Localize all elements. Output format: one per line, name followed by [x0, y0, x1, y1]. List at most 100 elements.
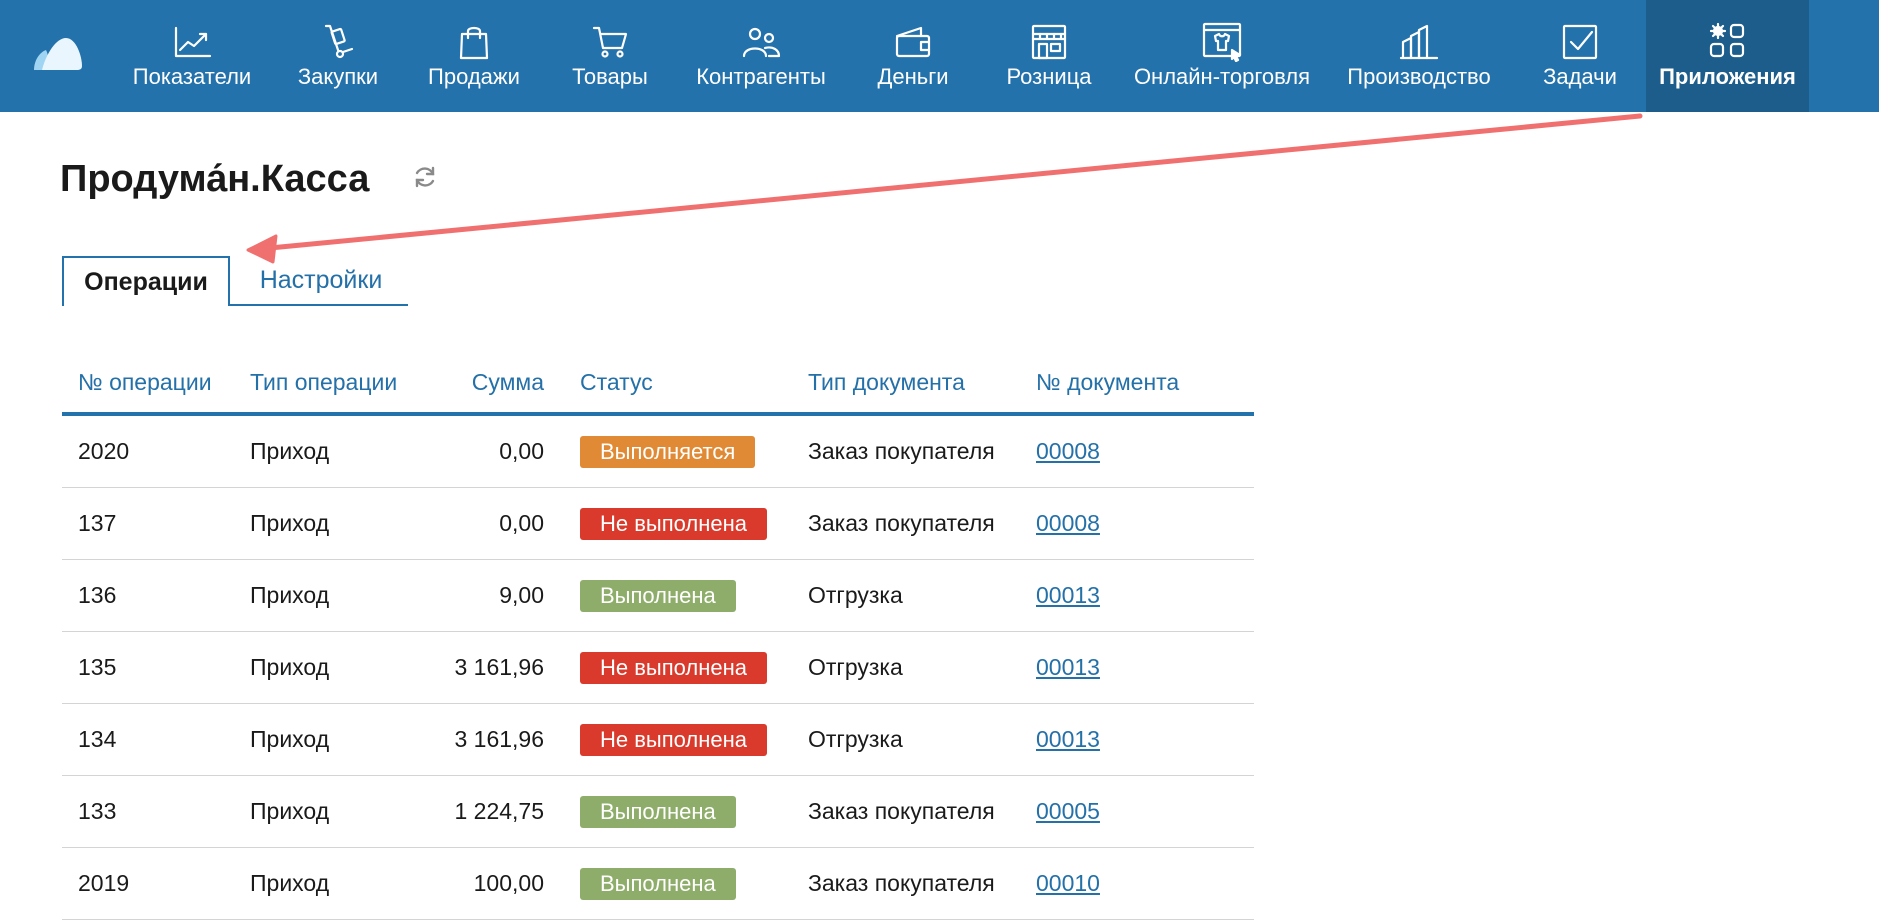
status-badge: Не выполнена	[580, 651, 768, 684]
column-header-status[interactable]: Статус	[564, 352, 792, 416]
cell-op-number: 137	[62, 487, 234, 560]
logo-icon[interactable]	[30, 32, 84, 74]
nav-label: Товары	[572, 64, 648, 89]
cell-op-number: 135	[62, 631, 234, 704]
cell-op-number: 2020	[62, 414, 234, 488]
cell-status: Выполнена	[564, 847, 792, 920]
nav-label: Розница	[1006, 64, 1092, 89]
cell-doc-type: Отгрузка	[792, 559, 1020, 632]
column-header-op-number[interactable]: № операции	[62, 352, 234, 416]
nav-label: Закупки	[297, 64, 379, 89]
table-row[interactable]: 2019 Приход 100,00 Выполнена Заказ покупател…	[62, 847, 1254, 920]
cell-doc-type: Заказ покупателя	[792, 847, 1020, 920]
cell-doc-number: 00013	[1020, 631, 1254, 704]
status-badge: Выполняется	[580, 435, 756, 468]
cell-status: Не выполнена	[564, 631, 792, 704]
cell-amount: 3 161,96	[434, 703, 564, 776]
refresh-icon[interactable]	[412, 164, 438, 190]
nav-item-purchases[interactable]: Закупки	[284, 0, 392, 112]
nav-item-indicators[interactable]: Показатели	[124, 0, 260, 112]
operations-table: № операции Тип операции Сумма Статус Тип…	[62, 352, 1254, 920]
cell-op-number: 136	[62, 559, 234, 632]
table-row[interactable]: 136 Приход 9,00 Выполнена Отгрузка 00013	[62, 559, 1254, 632]
status-badge: Не выполнена	[580, 507, 768, 540]
nav-item-tasks[interactable]: Задачи	[1530, 0, 1630, 112]
cell-doc-number: 00005	[1020, 775, 1254, 848]
wallet-icon	[891, 22, 935, 62]
cell-amount: 1 224,75	[434, 775, 564, 848]
cell-doc-number: 00010	[1020, 847, 1254, 920]
table-row[interactable]: 133 Приход 1 224,75 Выполнена Заказ покупате…	[62, 775, 1254, 848]
table-row[interactable]: 137 Приход 0,00 Не выполнена Заказ покупател…	[62, 487, 1254, 560]
document-link[interactable]: 00010	[1036, 870, 1100, 896]
top-navigation: Показатели Закупки Продажи Товары Контра…	[0, 0, 1879, 112]
document-link[interactable]: 00013	[1036, 726, 1100, 752]
apps-icon	[1706, 22, 1750, 62]
document-link[interactable]: 00008	[1036, 510, 1100, 536]
document-link[interactable]: 00013	[1036, 582, 1100, 608]
cell-amount: 0,00	[434, 414, 564, 488]
nav-item-retail[interactable]: Розница	[994, 0, 1104, 112]
column-header-doc-number[interactable]: № документа	[1020, 352, 1254, 416]
cell-amount: 9,00	[434, 559, 564, 632]
nav-item-applications[interactable]: Приложения	[1646, 0, 1809, 112]
cell-status: Не выполнена	[564, 487, 792, 560]
factory-icon	[1397, 22, 1441, 62]
cell-op-number: 134	[62, 703, 234, 776]
table-row[interactable]: 135 Приход 3 161,96 Не выполнена Отгрузка 000…	[62, 631, 1254, 704]
document-link[interactable]: 00008	[1036, 438, 1100, 464]
nav-label: Онлайн-торговля	[1133, 64, 1311, 89]
nav-item-online-trade[interactable]: Онлайн-торговля	[1124, 0, 1320, 112]
cell-doc-number: 00008	[1020, 414, 1254, 488]
cell-op-type: Приход	[234, 414, 434, 488]
table-row[interactable]: 2020 Приход 0,00 Выполняется Заказ покупател…	[62, 414, 1254, 488]
tab-operations[interactable]: Операции	[62, 256, 230, 306]
hand-truck-icon	[316, 22, 360, 62]
nav-label: Деньги	[877, 64, 949, 89]
cell-amount: 0,00	[434, 487, 564, 560]
cell-amount: 3 161,96	[434, 631, 564, 704]
online-store-icon	[1200, 22, 1244, 62]
people-icon	[739, 22, 783, 62]
shopping-cart-icon	[588, 22, 632, 62]
column-header-doc-type[interactable]: Тип документа	[792, 352, 1020, 416]
nav-item-counterparties[interactable]: Контрагенты	[686, 0, 836, 112]
document-link[interactable]: 00005	[1036, 798, 1100, 824]
table-body: 2020 Приход 0,00 Выполняется Заказ покупател…	[62, 414, 1254, 920]
nav-label: Приложения	[1659, 64, 1796, 89]
table-row[interactable]: 134 Приход 3 161,96 Не выполнена Отгрузка 000…	[62, 703, 1254, 776]
nav-label: Продажи	[428, 64, 520, 89]
nav-label: Показатели	[132, 64, 252, 89]
cell-amount: 100,00	[434, 847, 564, 920]
cell-status: Выполняется	[564, 414, 792, 488]
cell-op-type: Приход	[234, 487, 434, 560]
column-header-amount[interactable]: Сумма	[434, 352, 564, 416]
nav-item-money[interactable]: Деньги	[858, 0, 968, 112]
cell-doc-type: Отгрузка	[792, 703, 1020, 776]
cell-op-type: Приход	[234, 703, 434, 776]
cell-doc-type: Отгрузка	[792, 631, 1020, 704]
cell-status: Выполнена	[564, 775, 792, 848]
tab-settings[interactable]: Настройки	[242, 256, 400, 304]
nav-item-sales[interactable]: Продажи	[420, 0, 528, 112]
cell-op-type: Приход	[234, 559, 434, 632]
status-badge: Выполнена	[580, 795, 736, 828]
cell-doc-number: 00013	[1020, 703, 1254, 776]
tab-bar: Операции Настройки	[62, 256, 408, 306]
table-header-row: № операции Тип операции Сумма Статус Тип…	[62, 352, 1254, 416]
nav-item-production[interactable]: Производство	[1344, 0, 1494, 112]
cell-doc-type: Заказ покупателя	[792, 414, 1020, 488]
nav-item-goods[interactable]: Товары	[556, 0, 664, 112]
shopping-bag-icon	[452, 22, 496, 62]
status-badge: Выполнена	[580, 579, 736, 612]
cell-op-type: Приход	[234, 631, 434, 704]
storefront-icon	[1027, 22, 1071, 62]
column-header-op-type[interactable]: Тип операции	[234, 352, 434, 416]
chart-line-icon	[170, 22, 214, 62]
cell-op-type: Приход	[234, 847, 434, 920]
document-link[interactable]: 00013	[1036, 654, 1100, 680]
nav-label: Задачи	[1543, 64, 1617, 89]
cell-status: Не выполнена	[564, 703, 792, 776]
app-window: Показатели Закупки Продажи Товары Контра…	[0, 0, 1879, 924]
checkbox-icon	[1558, 22, 1602, 62]
